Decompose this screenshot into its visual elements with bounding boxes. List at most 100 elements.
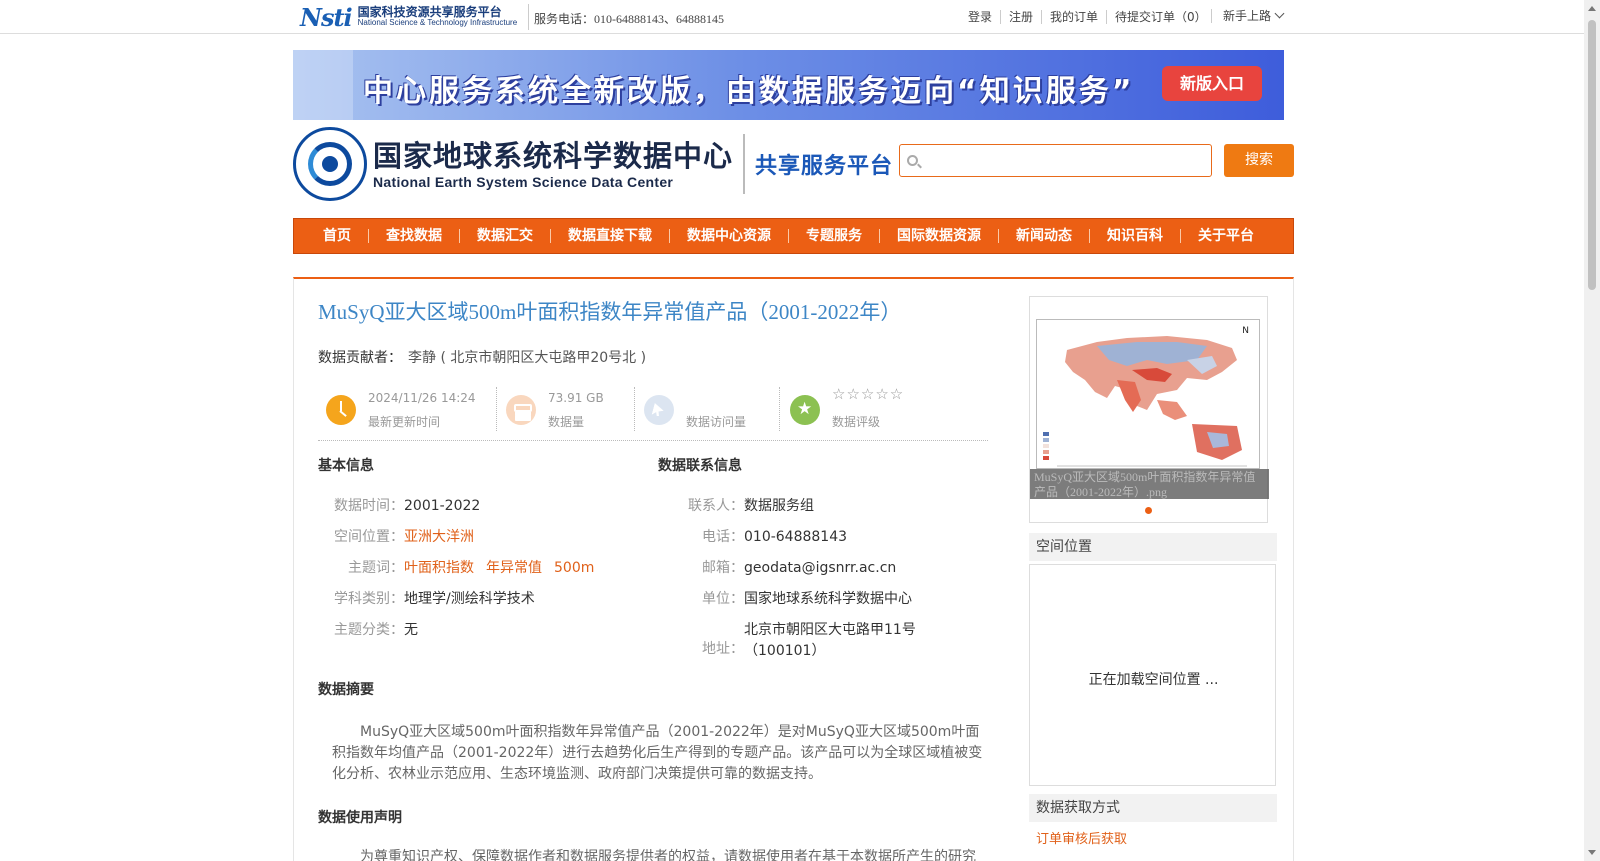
nav-item-knowledge[interactable]: 知识百科 (1090, 229, 1181, 243)
preview-map-image[interactable]: N (1036, 319, 1260, 469)
contact-info-heading: 数据联系信息 (658, 458, 742, 474)
nav-item-intl-resources[interactable]: 国际数据资源 (880, 229, 999, 243)
phone-key: 电话： (702, 529, 744, 545)
visits-label: 数据访问量 (686, 415, 747, 429)
register-link[interactable]: 注册 (1001, 10, 1043, 24)
spatial-location-heading: 空间位置 (1029, 533, 1277, 561)
basic-info-heading: 基本信息 (318, 458, 374, 474)
spatial-location-link[interactable]: 亚洲大洋洲 (404, 529, 474, 545)
rating-label: 数据评级 (832, 415, 881, 429)
topic-key: 主题分类： (334, 622, 404, 638)
nav-item-direct-download[interactable]: 数据直接下载 (551, 229, 670, 243)
abstract-heading: 数据摘要 (318, 682, 374, 698)
contributor-label: 数据贡献者： (318, 350, 402, 366)
subject-value: 地理学/测绘科学技术 (404, 591, 535, 607)
spatial-map-box[interactable]: 正在加载空间位置 ... (1029, 564, 1276, 786)
newbie-guide-dropdown[interactable]: 新手上路 (1211, 7, 1285, 24)
keywords-row: 主题词：叶面积指数 年异常值 500m (318, 557, 594, 577)
dataset-title: MuSyQ亚大区域500m叶面积指数年异常值产品（2001-2022年） (318, 300, 902, 324)
keywords-key: 主题词： (348, 560, 404, 576)
contact-person-value: 数据服务组 (744, 498, 814, 514)
star-icon (790, 395, 820, 425)
contributor-line: 数据贡献者： 李静 ( 北京市朝阳区大屯路甲20号北 ) (318, 347, 646, 367)
layers-icon (506, 395, 536, 425)
topic-value: 无 (404, 622, 418, 638)
dataset-stats: 2024/11/26 14:24 最新更新时间 73.91 GB 数据量 数据访… (318, 385, 988, 441)
email-key: 邮箱： (702, 560, 744, 576)
main-nav: 首页 查找数据 数据汇交 数据直接下载 数据中心资源 专题服务 国际数据资源 新… (293, 218, 1294, 254)
keyword-link[interactable]: 叶面积指数 (404, 560, 474, 576)
scroll-thumb[interactable] (1588, 20, 1596, 290)
phone-row: 电话：010-64888143 (658, 526, 847, 546)
new-version-button[interactable]: 新版入口 (1162, 66, 1262, 101)
platform-name: 共享服务平台 (755, 154, 894, 179)
unit-row: 单位：国家地球系统科学数据中心 (658, 588, 912, 608)
email-row: 邮箱：geodata@igsnrr.ac.cn (658, 557, 896, 577)
service-hotline: 服务电话：010-64888143、64888145 (534, 12, 724, 26)
stat-updated: 2024/11/26 14:24 最新更新时间 (318, 385, 488, 433)
my-orders-link[interactable]: 我的订单 (1042, 10, 1108, 24)
page-scrollbar[interactable] (1584, 0, 1600, 861)
declaration-heading: 数据使用声明 (318, 810, 402, 826)
search-input[interactable] (924, 145, 1209, 176)
nsti-logo-mark: Nsti (300, 2, 353, 32)
site-logo[interactable]: 国家地球系统科学数据中心 National Earth System Scien… (293, 126, 893, 202)
north-arrow-label: N (1242, 326, 1249, 336)
data-access-heading: 数据获取方式 (1029, 794, 1277, 822)
phone-value: 010-64888143 (744, 529, 848, 545)
updated-label: 最新更新时间 (368, 415, 441, 429)
newbie-guide-label: 新手上路 (1223, 9, 1272, 23)
search-icon (907, 155, 918, 166)
nav-item-about[interactable]: 关于平台 (1181, 229, 1271, 243)
nav-item-data-submission[interactable]: 数据汇交 (460, 229, 551, 243)
nav-item-center-resources[interactable]: 数据中心资源 (670, 229, 789, 243)
scroll-up-icon[interactable] (1588, 6, 1596, 11)
data-time-key: 数据时间： (334, 498, 404, 514)
contributor-value: 李静 ( 北京市朝阳区大屯路甲20号北 ) (408, 350, 647, 366)
data-time-row: 数据时间：2001-2022 (318, 495, 480, 515)
top-links: 登录 注册 我的订单 待提交订单（0） (960, 10, 1215, 24)
scroll-down-icon[interactable] (1588, 850, 1596, 855)
map-loading-text: 正在加载空间位置 ... (1088, 672, 1219, 688)
declaration-text: 为尊重知识产权、保障数据作者和数据服务提供者的权益，请数据使用者在基于本数据所产… (360, 849, 976, 861)
spatial-location-row: 空间位置：亚洲大洋洲 (318, 526, 474, 546)
preview-carousel[interactable]: N MuSyQ亚大区域500m叶面积指数年异常值产品（2001-2022年）.p… (1029, 296, 1269, 523)
size-value: 73.91 GB (548, 391, 604, 405)
rating-stars[interactable]: ☆☆☆☆☆ (832, 385, 904, 403)
preview-caption: MuSyQ亚大区域500m叶面积指数年异常值产品（2001-2022年）.png (1030, 469, 1269, 499)
unit-key: 单位： (702, 591, 744, 607)
updated-value: 2024/11/26 14:24 (368, 391, 476, 405)
nav-item-home[interactable]: 首页 (306, 229, 369, 243)
topbar-divider (528, 4, 529, 30)
abstract-text: MuSyQ亚大区域500m叶面积指数年异常值产品（2001-2022年）是对Mu… (332, 724, 983, 782)
keyword-link[interactable]: 500m (554, 560, 594, 576)
top-bar: Nsti 国家科技资源共享服务平台 National Science & Tec… (0, 0, 1584, 34)
banner-text: 中心服务系统全新改版，由数据服务迈向“知识服务” (363, 74, 1135, 109)
asia-oceania-map-icon (1037, 320, 1259, 468)
keyword-link[interactable]: 年异常值 (486, 560, 542, 576)
contact-person-row: 联系人：数据服务组 (658, 495, 814, 515)
carousel-dot[interactable] (1145, 507, 1152, 514)
address-value-line1: 北京市朝阳区大屯路甲11号 (744, 622, 916, 638)
search-box (899, 144, 1212, 177)
promo-banner[interactable]: 中心服务系统全新改版，由数据服务迈向“知识服务” 新版入口 (293, 50, 1284, 120)
pending-orders-link[interactable]: 待提交订单（0） (1107, 10, 1215, 24)
spatial-location-key: 空间位置： (334, 529, 404, 545)
page: Nsti 国家科技资源共享服务平台 National Science & Tec… (0, 0, 1600, 861)
nav-item-topic-services[interactable]: 专题服务 (789, 229, 880, 243)
nav-item-news[interactable]: 新闻动态 (999, 229, 1090, 243)
unit-value: 国家地球系统科学数据中心 (744, 591, 912, 607)
nsti-logo[interactable]: Nsti 国家科技资源共享服务平台 National Science & Tec… (300, 2, 522, 32)
topic-row: 主题分类：无 (318, 619, 418, 639)
chevron-down-icon (1274, 8, 1285, 19)
org-name-en: National Earth System Science Data Cente… (373, 174, 674, 190)
nav-item-find-data[interactable]: 查找数据 (369, 229, 460, 243)
size-label: 数据量 (548, 415, 585, 429)
search-button[interactable]: 搜索 (1224, 144, 1294, 177)
data-time-value: 2001-2022 (404, 498, 481, 514)
newbie-separator (1211, 9, 1212, 23)
order-review-link[interactable]: 订单审核后获取 (1036, 828, 1127, 847)
login-link[interactable]: 登录 (960, 10, 1002, 24)
stat-visits: 数据访问量 (636, 385, 776, 433)
subject-key: 学科类别： (334, 591, 404, 607)
